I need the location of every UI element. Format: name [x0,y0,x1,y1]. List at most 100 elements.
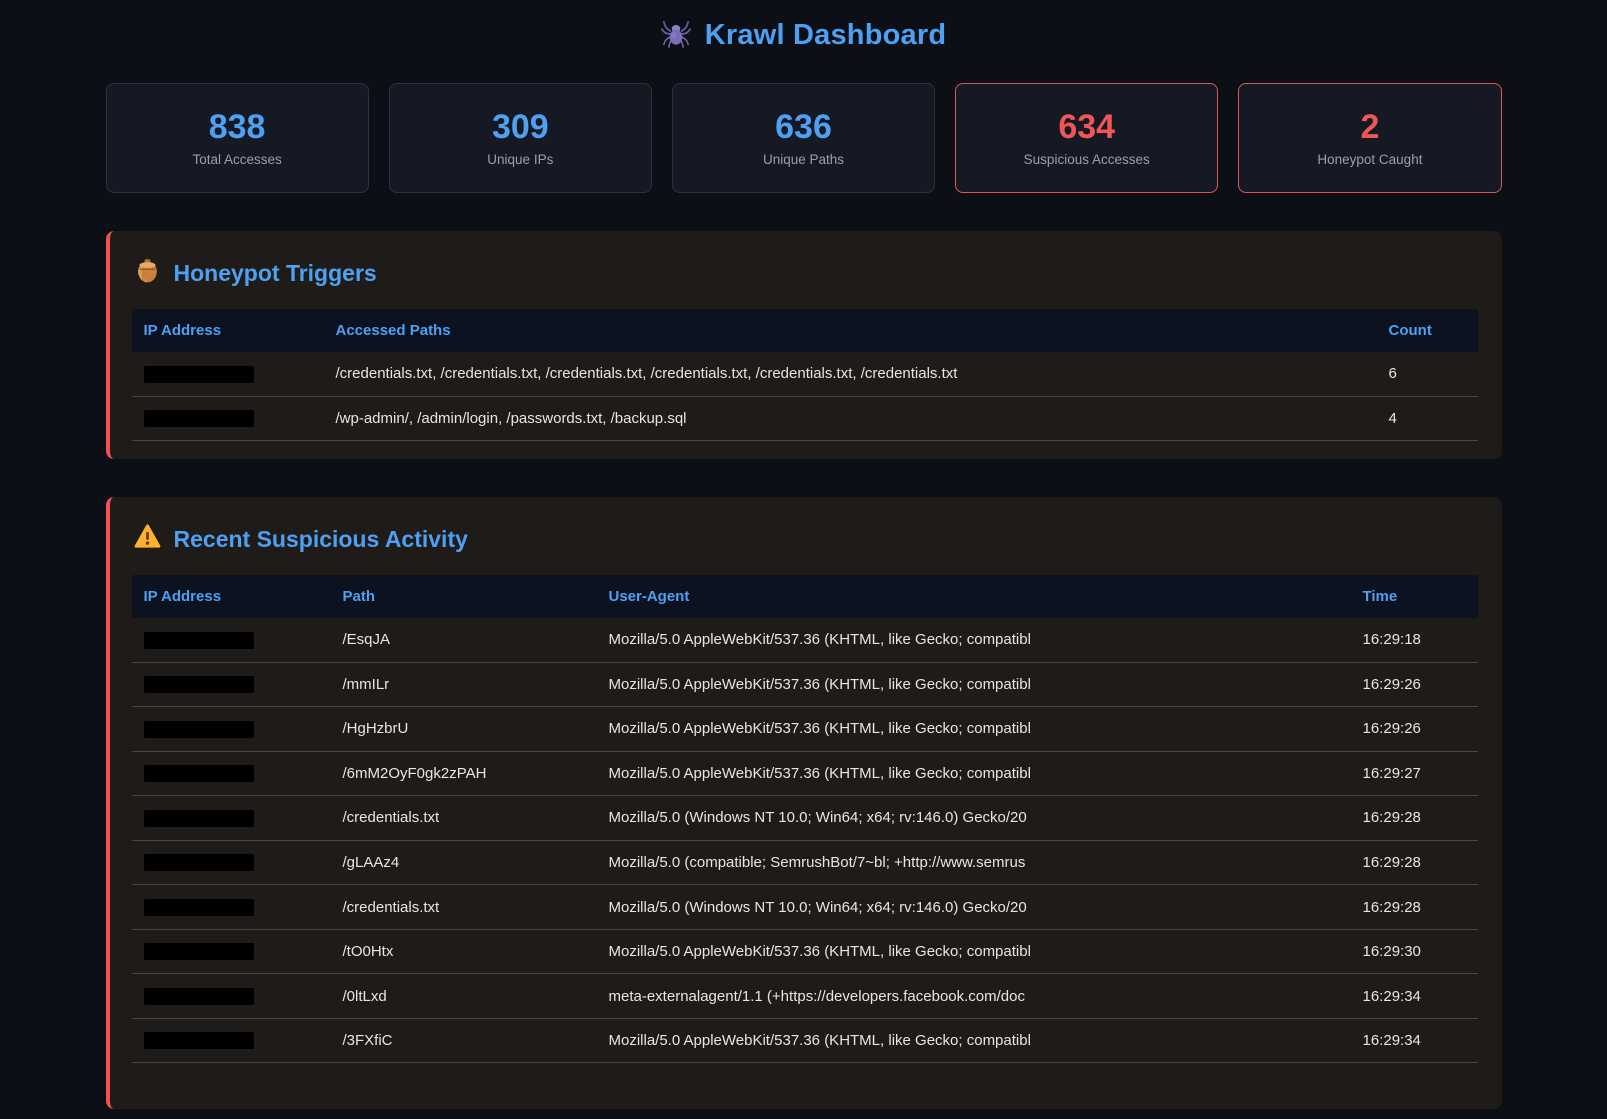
ip-cell [132,885,331,930]
honeypot-panel-title: Honeypot Triggers [134,257,1478,289]
stat-card-unique-ips: 309 Unique IPs [389,83,652,193]
user-agent-cell: Mozilla/5.0 AppleWebKit/537.36 (KHTML, l… [597,707,1351,752]
path-cell: /3FXfiC [331,1018,597,1063]
spider-icon [661,18,691,53]
suspicious-panel-title: Recent Suspicious Activity [134,523,1478,555]
honeypot-col-count: Count [1377,309,1478,352]
path-cell: /6mM2OyF0gk2zPAH [331,751,597,796]
redacted-ip-bar [144,854,254,871]
ip-cell [132,974,331,1019]
stat-card-suspicious-accesses: 634 Suspicious Accesses [955,83,1218,193]
stat-card-honeypot-caught: 2 Honeypot Caught [1238,83,1501,193]
stat-label: Unique Paths [763,152,844,167]
suspicious-panel: Recent Suspicious Activity IP Address Pa… [106,497,1502,1109]
user-agent-cell: Mozilla/5.0 (compatible; SemrushBot/7~bl… [597,840,1351,885]
count-cell: 4 [1377,396,1478,441]
suspicious-col-time: Time [1351,575,1478,618]
stat-label: Unique IPs [487,152,553,167]
honeypot-col-paths: Accessed Paths [324,309,1377,352]
ip-cell [132,1018,331,1063]
user-agent-cell: Mozilla/5.0 (Windows NT 10.0; Win64; x64… [597,796,1351,841]
path-cell: /tO0Htx [331,929,597,974]
user-agent-cell: Mozilla/5.0 AppleWebKit/537.36 (KHTML, l… [597,618,1351,662]
time-cell: 16:29:27 [1351,751,1478,796]
table-row: /EsqJAMozilla/5.0 AppleWebKit/537.36 (KH… [132,618,1478,662]
stat-value: 309 [492,110,549,144]
path-cell: /gLAAz4 [331,840,597,885]
accessed-paths-cell: /credentials.txt, /credentials.txt, /cre… [324,352,1377,396]
redacted-ip-bar [144,1032,254,1049]
stat-card-total-accesses: 838 Total Accesses [106,83,369,193]
time-cell: 16:29:28 [1351,840,1478,885]
user-agent-cell: Mozilla/5.0 (Windows NT 10.0; Win64; x64… [597,885,1351,930]
table-row: /HgHzbrUMozilla/5.0 AppleWebKit/537.36 (… [132,707,1478,752]
redacted-ip-bar [144,943,254,960]
table-row: /0ltLxdmeta-externalagent/1.1 (+https://… [132,974,1478,1019]
dashboard-container: Krawl Dashboard 838 Total Accesses 309 Uniq… [106,0,1502,1119]
time-cell: 16:29:34 [1351,1018,1478,1063]
redacted-ip-bar [144,632,254,649]
suspicious-table-header-row: IP Address Path User-Agent Time [132,575,1478,618]
honeypot-table-header-row: IP Address Accessed Paths Count [132,309,1478,352]
ip-cell [132,751,331,796]
page-header: Krawl Dashboard [106,0,1502,59]
table-row: /credentials.txtMozilla/5.0 (Windows NT … [132,885,1478,930]
time-cell: 16:29:28 [1351,885,1478,930]
stats-row: 838 Total Accesses 309 Unique IPs 636Unique … [106,83,1502,193]
honeypot-icon [134,257,161,289]
page-title: Krawl Dashboard [705,19,947,52]
time-cell: 16:29:28 [1351,796,1478,841]
user-agent-cell: Mozilla/5.0 AppleWebKit/537.36 (KHTML, l… [597,1018,1351,1063]
table-row: /gLAAz4Mozilla/5.0 (compatible; SemrushB… [132,840,1478,885]
suspicious-col-path: Path [331,575,597,618]
count-cell: 6 [1377,352,1478,396]
user-agent-cell: Mozilla/5.0 AppleWebKit/537.36 (KHTML, l… [597,751,1351,796]
honeypot-table: IP Address Accessed Paths Count /credent… [132,309,1478,441]
redacted-ip-bar [144,676,254,693]
stat-label: Suspicious Accesses [1024,152,1150,167]
redacted-ip-bar [144,899,254,916]
stat-value: 2 [1360,110,1379,144]
user-agent-cell: Mozilla/5.0 AppleWebKit/537.36 (KHTML, l… [597,662,1351,707]
redacted-ip-bar [144,366,254,383]
stat-label: Honeypot Caught [1317,152,1422,167]
ip-cell [132,662,331,707]
redacted-ip-bar [144,988,254,1005]
time-cell: 16:29:26 [1351,707,1478,752]
panel-bottom-spacer [132,1063,1478,1091]
user-agent-cell: meta-externalagent/1.1 (+https://develop… [597,974,1351,1019]
ip-cell [132,840,331,885]
table-row: /6mM2OyF0gk2zPAHMozilla/5.0 AppleWebKit/… [132,751,1478,796]
honeypot-section-title: Honeypot Triggers [174,260,377,287]
table-row: /mmILrMozilla/5.0 AppleWebKit/537.36 (KH… [132,662,1478,707]
path-cell: /HgHzbrU [331,707,597,752]
warning-icon [134,523,161,555]
time-cell: 16:29:30 [1351,929,1478,974]
suspicious-section-title: Recent Suspicious Activity [174,526,468,553]
stat-value: 634 [1058,110,1115,144]
honeypot-col-ip: IP Address [132,309,324,352]
ip-cell [132,618,331,662]
stat-value: 838 [209,110,266,144]
table-row: /credentials.txt, /credentials.txt, /cre… [132,352,1478,396]
table-row: /wp-admin/, /admin/login, /passwords.txt… [132,396,1478,441]
redacted-ip-bar [144,410,254,427]
time-cell: 16:29:34 [1351,974,1478,1019]
stat-card-unique-paths: 636Unique Paths [672,83,935,193]
stat-label: Total Accesses [192,152,281,167]
time-cell: 16:29:18 [1351,618,1478,662]
ip-cell [132,396,324,441]
honeypot-panel: Honeypot Triggers IP Address Accessed Pa… [106,231,1502,459]
redacted-ip-bar [144,721,254,738]
path-cell: /0ltLxd [331,974,597,1019]
ip-cell [132,929,331,974]
redacted-ip-bar [144,765,254,782]
table-row: /tO0HtxMozilla/5.0 AppleWebKit/537.36 (K… [132,929,1478,974]
path-cell: /mmILr [331,662,597,707]
suspicious-table: IP Address Path User-Agent Time /EsqJAMo… [132,575,1478,1063]
time-cell: 16:29:26 [1351,662,1478,707]
accessed-paths-cell: /wp-admin/, /admin/login, /passwords.txt… [324,396,1377,441]
suspicious-col-user-agent: User-Agent [597,575,1351,618]
ip-cell [132,352,324,396]
ip-cell [132,796,331,841]
